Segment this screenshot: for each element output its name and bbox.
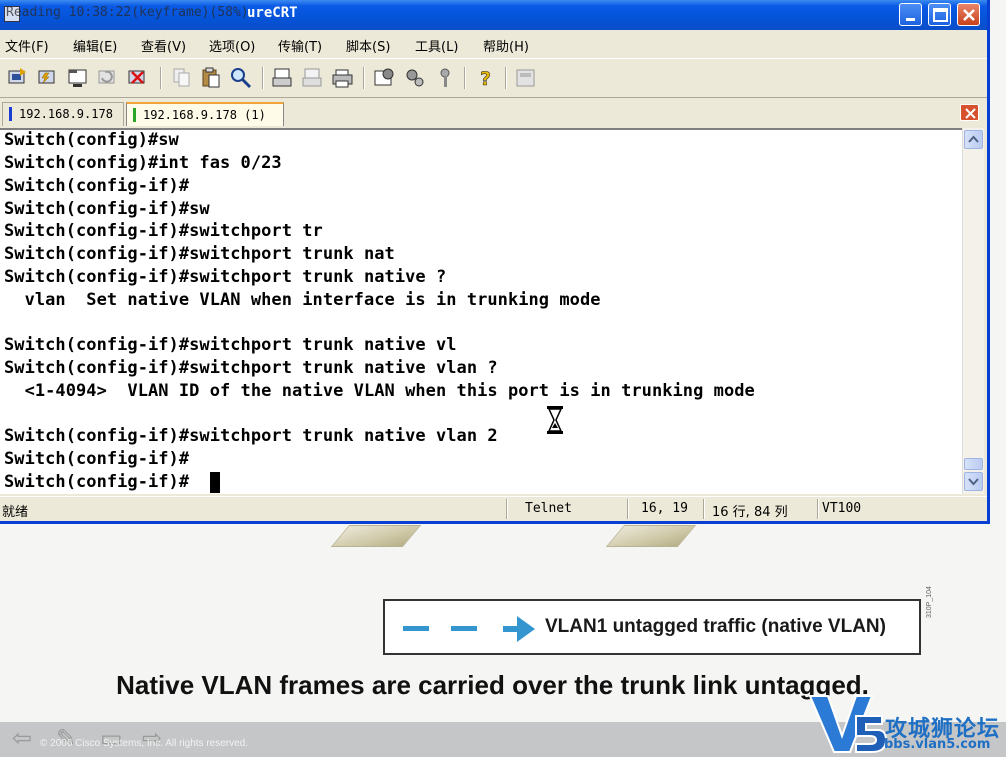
- toolbar-separator: [363, 67, 365, 89]
- terminal-line: Switch(config-if)#switchport trunk nativ…: [4, 426, 498, 446]
- terminal-line: Switch(config-if)#: [4, 176, 190, 196]
- menu-options[interactable]: 选项(O): [209, 36, 255, 55]
- switch-graphic-right: [605, 525, 697, 547]
- disconnect-icon[interactable]: [126, 66, 150, 90]
- maximize-button[interactable]: [928, 3, 951, 26]
- close-button[interactable]: [957, 3, 980, 26]
- paste-icon[interactable]: [199, 66, 223, 90]
- status-emulation: VT100: [822, 501, 862, 516]
- status-separator: [506, 499, 508, 519]
- reconnect-icon[interactable]: [96, 66, 120, 90]
- menu-script[interactable]: 脚本(S): [346, 36, 390, 55]
- status-separator: [817, 499, 819, 519]
- tab-label: 192.168.9.178: [19, 107, 113, 121]
- chevron-down-icon: [968, 478, 979, 486]
- close-icon: [963, 9, 975, 21]
- status-bar: 就绪 Telnet 16, 19 16 行, 84 列 VT100: [0, 496, 987, 521]
- toolbar-separator: [464, 67, 466, 89]
- terminal-line: Switch(config)#int fas 0/23: [4, 153, 282, 173]
- help-icon[interactable]: ?: [474, 66, 498, 90]
- terminal-line: Switch(config)#sw: [4, 130, 179, 150]
- toolbar-separator: [505, 67, 507, 89]
- close-icon: [965, 108, 976, 119]
- back-arrow-icon[interactable]: ⇦: [12, 724, 32, 752]
- minimize-icon: [906, 18, 915, 21]
- status-protocol: Telnet: [525, 501, 572, 516]
- menu-edit[interactable]: 编辑(E): [73, 36, 117, 55]
- video-overlay-text: Reading 10:38:22(keyframe)(58%): [6, 5, 249, 20]
- maximize-icon: [933, 8, 948, 22]
- legend-arrow-icon: [503, 616, 535, 642]
- legend-dash: [403, 626, 429, 631]
- status-rows-cols: 16 行, 84 列: [712, 505, 788, 520]
- tab-label: 192.168.9.178 (1): [143, 108, 266, 122]
- slide-code: 310P_104: [926, 586, 933, 618]
- scroll-thumb[interactable]: [964, 458, 983, 470]
- copy-icon[interactable]: [170, 66, 194, 90]
- terminal-line: <1-4094> VLAN ID of the native VLAN when…: [4, 381, 755, 401]
- keymap-icon[interactable]: [433, 66, 457, 90]
- copyright-text: © 2006 Cisco Systems, Inc. All rights re…: [40, 738, 249, 749]
- terminal-line: Switch(config-if)#: [4, 449, 190, 469]
- terminal-line: Switch(config-if)#switchport tr: [4, 221, 323, 241]
- print-selection-icon[interactable]: [301, 66, 325, 90]
- menu-tools[interactable]: 工具(L): [415, 36, 458, 55]
- legend-label: VLAN1 untagged traffic (native VLAN): [545, 616, 886, 637]
- terminal-line: Switch(config-if)#: [4, 472, 190, 492]
- quick-connect-icon[interactable]: [36, 66, 60, 90]
- toolbar: ?: [0, 58, 987, 98]
- menu-view[interactable]: 查看(V): [141, 36, 186, 55]
- connect-icon[interactable]: [6, 66, 30, 90]
- menu-bar: 文件(F) 编辑(E) 查看(V) 选项(O) 传输(T) 脚本(S) 工具(L…: [0, 30, 987, 58]
- svg-text:?: ?: [480, 68, 491, 90]
- status-cursor-position: 16, 19: [641, 501, 688, 516]
- connect-in-tab-icon[interactable]: [66, 66, 90, 90]
- terminal-output[interactable]: Switch(config)#sw Switch(config)#int fas…: [0, 128, 962, 494]
- terminal-cursor: [210, 472, 220, 493]
- status-ready: 就绪: [2, 505, 29, 520]
- session-options-icon[interactable]: [372, 66, 396, 90]
- status-separator: [703, 499, 705, 519]
- sftp-icon[interactable]: [514, 66, 538, 90]
- watermark-url: bbs.vlan5.com: [884, 737, 991, 752]
- title-bar[interactable]: Reading 10:38:22(keyframe)(58%) ureCRT: [0, 0, 987, 30]
- securecrt-window: Reading 10:38:22(keyframe)(58%) ureCRT 文…: [0, 0, 990, 524]
- chevron-up-icon: [968, 135, 979, 143]
- window-title: ureCRT: [247, 5, 298, 21]
- terminal-line: Switch(config-if)#switchport trunk nativ…: [4, 335, 457, 355]
- menu-transfer[interactable]: 传输(T): [278, 36, 322, 55]
- vertical-scrollbar[interactable]: [962, 128, 984, 494]
- minimize-button[interactable]: [899, 3, 922, 26]
- tab-status-mark: [9, 107, 12, 121]
- terminal-line: Switch(config-if)#switchport trunk nat: [4, 244, 395, 264]
- scroll-up-button[interactable]: [964, 130, 983, 149]
- terminal-line: Switch(config-if)#switchport trunk nativ…: [4, 267, 447, 287]
- tab-status-mark: [133, 108, 136, 122]
- hourglass-cursor-icon: [547, 406, 563, 434]
- print-icon[interactable]: [271, 66, 295, 90]
- status-separator: [627, 499, 629, 519]
- session-tab-bar: 192.168.9.178 192.168.9.178 (1): [0, 98, 987, 128]
- printer-icon[interactable]: [331, 66, 355, 90]
- switch-graphic-left: [330, 525, 422, 547]
- tab-session-2[interactable]: 192.168.9.178 (1): [126, 102, 284, 126]
- terminal-line: vlan Set native VLAN when interface is i…: [4, 290, 601, 310]
- legend-dash: [451, 626, 477, 631]
- close-tab-button[interactable]: [960, 104, 979, 121]
- toolbar-separator: [160, 67, 162, 89]
- tab-session-1[interactable]: 192.168.9.178: [2, 102, 124, 126]
- find-icon[interactable]: [229, 66, 253, 90]
- global-options-icon[interactable]: [403, 66, 427, 90]
- toolbar-separator: [262, 67, 264, 89]
- legend-box: VLAN1 untagged traffic (native VLAN): [383, 599, 921, 655]
- terminal-line: Switch(config-if)#switchport trunk nativ…: [4, 358, 498, 378]
- scroll-down-button[interactable]: [964, 472, 983, 491]
- terminal-line: Switch(config-if)#sw: [4, 199, 210, 219]
- menu-help[interactable]: 帮助(H): [483, 36, 529, 55]
- menu-file[interactable]: 文件(F): [5, 36, 49, 55]
